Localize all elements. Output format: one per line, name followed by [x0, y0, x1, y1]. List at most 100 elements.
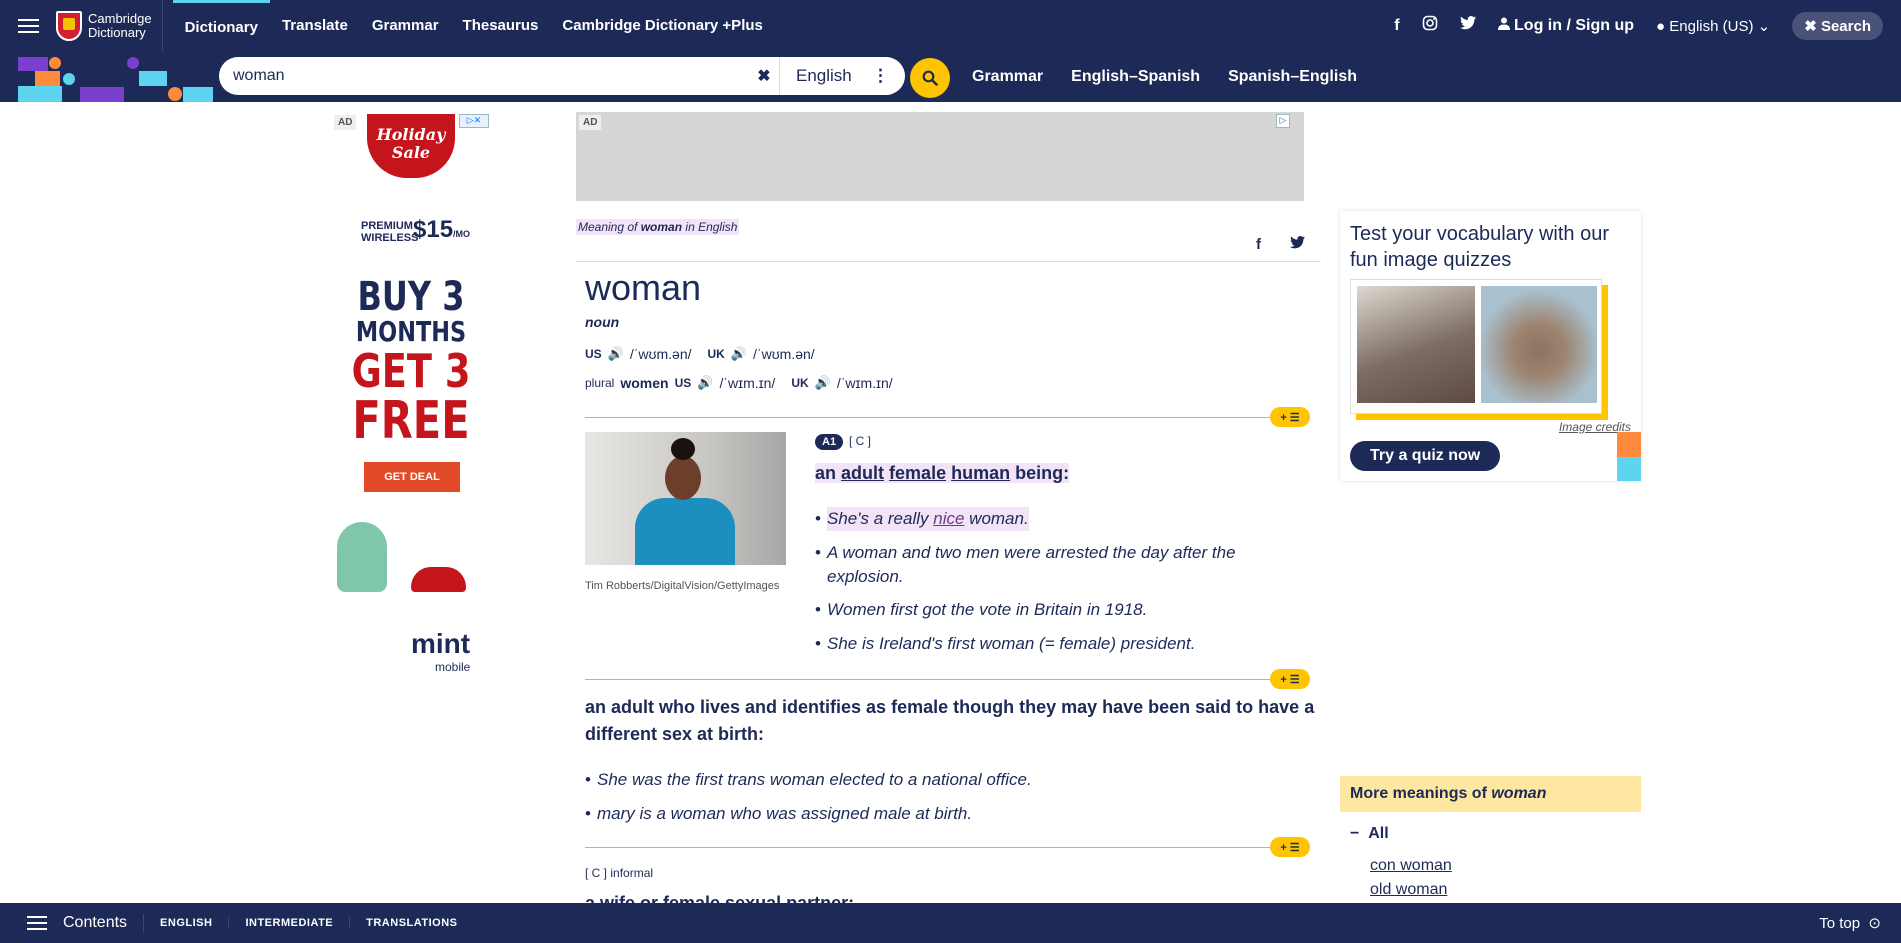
- top-right-tools: f Log in / Sign up ● English (US) ⌄ ✖ Se…: [1394, 0, 1901, 51]
- link-english-spanish[interactable]: English–Spanish: [1071, 68, 1200, 86]
- quiz-title: Test your vocabulary with our fun image …: [1350, 223, 1610, 271]
- speaker-icon[interactable]: 🔊: [697, 375, 713, 391]
- grammar-code: [ C ]: [849, 434, 872, 448]
- logo-text: Cambridge Dictionary: [88, 10, 152, 40]
- try-quiz-button[interactable]: Try a quiz now: [1350, 441, 1501, 471]
- word-link[interactable]: human: [951, 463, 1010, 483]
- chevron-down-icon: ⌄: [1757, 17, 1771, 35]
- more-vertical-icon: ⋮: [872, 66, 889, 85]
- tab-translations[interactable]: TRANSLATIONS: [350, 917, 473, 929]
- add-to-list-button[interactable]: + ☰: [1270, 407, 1310, 427]
- image-credit: Tim Robberts/DigitalVision/GettyImages: [585, 580, 780, 592]
- cambridge-logo[interactable]: Cambridge Dictionary: [56, 0, 163, 51]
- search-box: ✖ English ⋮: [219, 57, 905, 95]
- meaning-tag: Meaning of woman in English: [576, 219, 740, 235]
- share-twitter-icon[interactable]: [1290, 236, 1305, 253]
- more-link-old-woman[interactable]: old woman: [1370, 881, 1447, 899]
- link-spanish-english[interactable]: Spanish–English: [1228, 68, 1357, 86]
- more-meanings-header: More meanings of woman: [1340, 776, 1641, 812]
- plural-word: women: [620, 375, 669, 391]
- us-ipa: /ˈwɪm.ɪn/: [719, 375, 776, 391]
- search-submit-button[interactable]: [910, 58, 950, 98]
- speaker-icon[interactable]: 🔊: [608, 346, 624, 362]
- part-of-speech: noun: [585, 314, 620, 330]
- language-selector[interactable]: ● English (US) ⌄: [1656, 17, 1770, 35]
- sense-divider: [585, 679, 1308, 680]
- more-link-con-woman[interactable]: con woman: [1370, 857, 1452, 875]
- divider: [576, 261, 1321, 262]
- quick-links: Grammar English–Spanish Spanish–English: [972, 51, 1357, 102]
- example-6: mary is a woman who was assigned male at…: [585, 802, 972, 826]
- facebook-icon[interactable]: f: [1394, 17, 1399, 35]
- shield-icon: [56, 10, 82, 41]
- plural-row: plural women US 🔊 /ˈwɪm.ɪn/ UK 🔊 /ˈwɪm.ɪ…: [585, 375, 903, 391]
- search-bar: ✖ English ⋮ Grammar English–Spanish Span…: [0, 51, 1901, 102]
- uk-label: UK: [707, 347, 725, 361]
- us-ipa: /ˈwʊm.ən/: [629, 346, 692, 362]
- decorative-block: [1617, 432, 1641, 457]
- decorative-pattern: [0, 51, 215, 102]
- adchoices-icon[interactable]: ▷✕: [459, 114, 489, 128]
- entry-image: [585, 432, 786, 565]
- ad-headline: BUY 3 MONTHS GET 3 FREE: [351, 274, 471, 451]
- example-4: She is Ireland's first woman (= female) …: [815, 632, 1195, 656]
- seal-image: [1481, 286, 1597, 403]
- all-toggle[interactable]: − All: [1350, 825, 1389, 843]
- ad-cta-button[interactable]: GET DEAL: [364, 462, 460, 492]
- contents-button[interactable]: Contents: [63, 914, 145, 932]
- us-label: US: [674, 376, 692, 390]
- word-link[interactable]: adult: [841, 463, 884, 483]
- sense-divider: [585, 417, 1308, 418]
- pronunciation-row: US 🔊 /ˈwʊm.ən/ UK 🔊 /ˈwʊm.ən/: [585, 346, 825, 362]
- speaker-icon[interactable]: 🔊: [815, 375, 831, 391]
- example-3: Women first got the vote in Britain in 1…: [815, 598, 1147, 622]
- nav-grammar[interactable]: Grammar: [360, 0, 451, 51]
- twitter-icon[interactable]: [1459, 16, 1476, 35]
- ad-brand-sub: mobile: [435, 660, 471, 674]
- search-input[interactable]: [219, 57, 749, 95]
- dictionary-selector[interactable]: English ⋮: [779, 57, 905, 95]
- menu-icon[interactable]: [0, 0, 56, 51]
- contents-menu-icon[interactable]: [27, 916, 47, 930]
- uk-ipa: /ˈwɪm.ɪn/: [836, 375, 893, 391]
- arrow-up-icon: ⊙: [1868, 915, 1881, 932]
- ad-santa-hat: [411, 567, 466, 592]
- example-5: She was the first trans woman elected to…: [585, 768, 1032, 792]
- quiz-images[interactable]: [1350, 279, 1602, 414]
- tab-english[interactable]: ENGLISH: [144, 917, 230, 929]
- definition-2: an adult who lives and identifies as fem…: [585, 697, 1315, 744]
- definition-1: an adult female human being:: [815, 463, 1070, 483]
- to-top-button[interactable]: To top ⊙: [1819, 914, 1881, 932]
- top-advertisement[interactable]: AD ▷: [576, 112, 1304, 201]
- word-link[interactable]: nice: [933, 509, 964, 528]
- top-search-button[interactable]: ✖ Search: [1792, 11, 1883, 40]
- left-advertisement[interactable]: AD ▷✕ Holiday Sale PREMIUM WIRELESS $15/…: [331, 112, 491, 698]
- adchoices-icon[interactable]: ▷: [1276, 114, 1290, 128]
- share-facebook-icon[interactable]: f: [1256, 236, 1261, 253]
- nav-translate[interactable]: Translate: [270, 0, 360, 51]
- add-to-list-button[interactable]: + ☰: [1270, 669, 1310, 689]
- search-icon: [922, 70, 938, 86]
- level-badge: A1: [815, 434, 844, 450]
- add-to-list-button[interactable]: + ☰: [1270, 837, 1310, 857]
- hippo-image: [1357, 286, 1475, 403]
- nav-plus[interactable]: Cambridge Dictionary +Plus: [550, 0, 774, 51]
- us-label: US: [585, 347, 602, 361]
- user-icon: [1497, 17, 1510, 30]
- instagram-icon[interactable]: [1422, 15, 1438, 36]
- speaker-icon[interactable]: 🔊: [731, 346, 747, 362]
- clear-icon[interactable]: ✖: [749, 66, 779, 86]
- nav-thesaurus[interactable]: Thesaurus: [451, 0, 551, 51]
- link-grammar[interactable]: Grammar: [972, 68, 1043, 86]
- ad-label: AD: [579, 115, 602, 130]
- word-link[interactable]: female: [889, 463, 946, 483]
- ad-label: AD: [334, 115, 357, 130]
- login-link[interactable]: Log in / Sign up: [1497, 17, 1634, 35]
- plural-label: plural: [585, 376, 615, 390]
- quiz-promo: Test your vocabulary with our fun image …: [1340, 211, 1641, 481]
- example-2: A woman and two men were arrested the da…: [815, 541, 1257, 589]
- nav-dictionary[interactable]: Dictionary: [172, 0, 270, 51]
- top-navigation-bar: Cambridge Dictionary Dictionary Translat…: [0, 0, 1901, 51]
- ad-line1: PREMIUM WIRELESS: [361, 220, 419, 244]
- tab-intermediate[interactable]: INTERMEDIATE: [229, 917, 351, 929]
